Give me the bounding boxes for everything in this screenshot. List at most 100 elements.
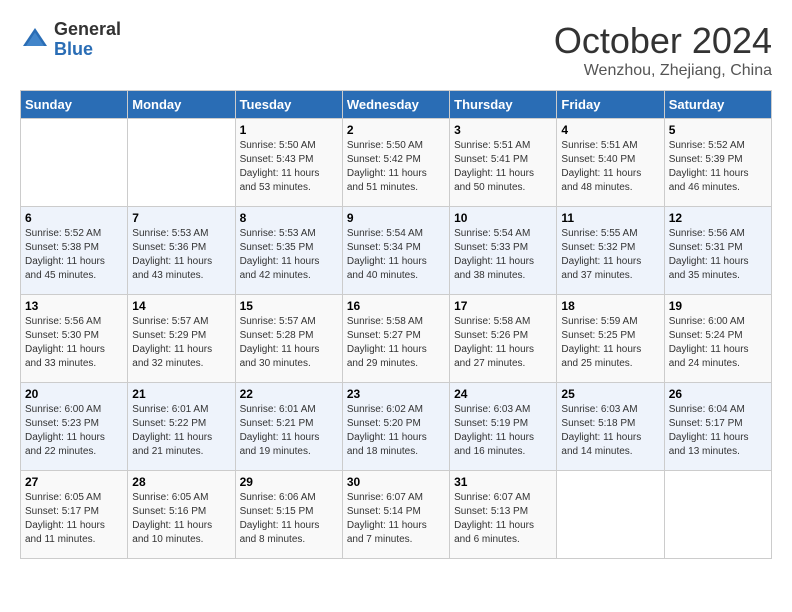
week-row-3: 13Sunrise: 5:56 AM Sunset: 5:30 PM Dayli… <box>21 295 772 383</box>
day-info: Sunrise: 6:02 AM Sunset: 5:20 PM Dayligh… <box>347 403 445 459</box>
day-info: Sunrise: 6:01 AM Sunset: 5:21 PM Dayligh… <box>240 403 338 459</box>
day-number: 8 <box>240 211 338 225</box>
calendar-cell: 12 Sunrise: 5:56 AM Sunset: 5:31 PM Dayli… <box>664 207 771 295</box>
day-number: 27 <box>25 475 123 489</box>
day-number: 9 <box>347 211 445 225</box>
day-info: Sunrise: 5:50 AM Sunset: 5:43 PM Dayligh… <box>240 139 338 195</box>
day-number: 30 <box>347 475 445 489</box>
day-info: Sunrise: 6:00 AM Sunset: 5:23 PM Dayligh… <box>25 403 123 459</box>
week-row-2: 6Sunrise: 5:52 AM Sunset: 5:38 PM Daylig… <box>21 207 772 295</box>
calendar-table: SundayMondayTuesdayWednesdayThursdayFrid… <box>20 90 772 559</box>
calendar-cell <box>21 119 128 207</box>
calendar-cell: 10Sunrise: 5:54 AM Sunset: 5:33 PM Dayli… <box>450 207 557 295</box>
logo-blue: Blue <box>54 39 93 59</box>
weekday-header-saturday: Saturday <box>664 91 771 119</box>
day-number: 18 <box>561 299 659 313</box>
calendar-cell: 8 Sunrise: 5:53 AM Sunset: 5:35 PM Daylig… <box>235 207 342 295</box>
calendar-cell: 7 Sunrise: 5:53 AM Sunset: 5:36 PM Daylig… <box>128 207 235 295</box>
calendar-cell <box>128 119 235 207</box>
day-number: 15 <box>240 299 338 313</box>
calendar-cell: 30 Sunrise: 6:07 AM Sunset: 5:14 PM Dayli… <box>342 471 449 559</box>
month-title: October 2024 <box>554 20 772 62</box>
calendar-cell: 25Sunrise: 6:03 AM Sunset: 5:18 PM Dayli… <box>557 383 664 471</box>
day-info: Sunrise: 5:54 AM Sunset: 5:33 PM Dayligh… <box>454 227 552 283</box>
day-number: 16 <box>347 299 445 313</box>
page-header: General Blue October 2024 Wenzhou, Zheji… <box>20 20 772 80</box>
day-info: Sunrise: 5:51 AM Sunset: 5:40 PM Dayligh… <box>561 139 659 195</box>
day-info: Sunrise: 5:50 AM Sunset: 5:42 PM Dayligh… <box>347 139 445 195</box>
calendar-cell: 23 Sunrise: 6:02 AM Sunset: 5:20 PM Dayli… <box>342 383 449 471</box>
day-info: Sunrise: 6:03 AM Sunset: 5:19 PM Dayligh… <box>454 403 552 459</box>
week-row-1: 1 Sunrise: 5:50 AM Sunset: 5:43 PM Daylig… <box>21 119 772 207</box>
day-info: Sunrise: 6:04 AM Sunset: 5:17 PM Dayligh… <box>669 403 767 459</box>
day-number: 25 <box>561 387 659 401</box>
calendar-cell: 20 Sunrise: 6:00 AM Sunset: 5:23 PM Dayli… <box>21 383 128 471</box>
calendar-cell: 3 Sunrise: 5:51 AM Sunset: 5:41 PM Daylig… <box>450 119 557 207</box>
day-number: 4 <box>561 123 659 137</box>
day-number: 6 <box>25 211 123 225</box>
calendar-cell: 31 Sunrise: 6:07 AM Sunset: 5:13 PM Dayli… <box>450 471 557 559</box>
day-number: 26 <box>669 387 767 401</box>
calendar-cell: 6Sunrise: 5:52 AM Sunset: 5:38 PM Daylig… <box>21 207 128 295</box>
day-number: 17 <box>454 299 552 313</box>
day-info: Sunrise: 5:55 AM Sunset: 5:32 PM Dayligh… <box>561 227 659 283</box>
day-number: 21 <box>132 387 230 401</box>
calendar-cell: 9 Sunrise: 5:54 AM Sunset: 5:34 PM Daylig… <box>342 207 449 295</box>
day-info: Sunrise: 6:06 AM Sunset: 5:15 PM Dayligh… <box>240 491 338 547</box>
day-info: Sunrise: 6:07 AM Sunset: 5:14 PM Dayligh… <box>347 491 445 547</box>
day-info: Sunrise: 5:53 AM Sunset: 5:36 PM Dayligh… <box>132 227 230 283</box>
day-number: 24 <box>454 387 552 401</box>
day-number: 31 <box>454 475 552 489</box>
calendar-cell: 16Sunrise: 5:58 AM Sunset: 5:27 PM Dayli… <box>342 295 449 383</box>
weekday-header-row: SundayMondayTuesdayWednesdayThursdayFrid… <box>21 91 772 119</box>
day-info: Sunrise: 5:57 AM Sunset: 5:29 PM Dayligh… <box>132 315 230 371</box>
day-number: 7 <box>132 211 230 225</box>
day-number: 11 <box>561 211 659 225</box>
week-row-5: 27Sunrise: 6:05 AM Sunset: 5:17 PM Dayli… <box>21 471 772 559</box>
weekday-header-monday: Monday <box>128 91 235 119</box>
day-info: Sunrise: 5:56 AM Sunset: 5:30 PM Dayligh… <box>25 315 123 371</box>
day-number: 12 <box>669 211 767 225</box>
day-number: 2 <box>347 123 445 137</box>
day-number: 23 <box>347 387 445 401</box>
calendar-cell <box>664 471 771 559</box>
calendar-cell: 22 Sunrise: 6:01 AM Sunset: 5:21 PM Dayli… <box>235 383 342 471</box>
logo-icon <box>20 25 50 55</box>
weekday-header-wednesday: Wednesday <box>342 91 449 119</box>
logo-general: General <box>54 19 121 39</box>
weekday-header-tuesday: Tuesday <box>235 91 342 119</box>
day-info: Sunrise: 5:56 AM Sunset: 5:31 PM Dayligh… <box>669 227 767 283</box>
day-info: Sunrise: 5:53 AM Sunset: 5:35 PM Dayligh… <box>240 227 338 283</box>
calendar-cell: 19 Sunrise: 6:00 AM Sunset: 5:24 PM Dayli… <box>664 295 771 383</box>
logo: General Blue <box>20 20 121 60</box>
calendar-cell: 21 Sunrise: 6:01 AM Sunset: 5:22 PM Dayli… <box>128 383 235 471</box>
calendar-cell: 2 Sunrise: 5:50 AM Sunset: 5:42 PM Daylig… <box>342 119 449 207</box>
calendar-cell: 4 Sunrise: 5:51 AM Sunset: 5:40 PM Daylig… <box>557 119 664 207</box>
day-number: 5 <box>669 123 767 137</box>
location: Wenzhou, Zhejiang, China <box>554 62 772 80</box>
day-info: Sunrise: 6:07 AM Sunset: 5:13 PM Dayligh… <box>454 491 552 547</box>
day-info: Sunrise: 6:01 AM Sunset: 5:22 PM Dayligh… <box>132 403 230 459</box>
calendar-cell: 15 Sunrise: 5:57 AM Sunset: 5:28 PM Dayli… <box>235 295 342 383</box>
day-number: 20 <box>25 387 123 401</box>
calendar-cell: 18 Sunrise: 5:59 AM Sunset: 5:25 PM Dayli… <box>557 295 664 383</box>
day-number: 19 <box>669 299 767 313</box>
day-info: Sunrise: 5:52 AM Sunset: 5:39 PM Dayligh… <box>669 139 767 195</box>
day-info: Sunrise: 5:54 AM Sunset: 5:34 PM Dayligh… <box>347 227 445 283</box>
calendar-cell: 1 Sunrise: 5:50 AM Sunset: 5:43 PM Daylig… <box>235 119 342 207</box>
day-info: Sunrise: 6:00 AM Sunset: 5:24 PM Dayligh… <box>669 315 767 371</box>
calendar-cell: 13Sunrise: 5:56 AM Sunset: 5:30 PM Dayli… <box>21 295 128 383</box>
week-row-4: 20 Sunrise: 6:00 AM Sunset: 5:23 PM Dayli… <box>21 383 772 471</box>
day-number: 3 <box>454 123 552 137</box>
day-info: Sunrise: 5:59 AM Sunset: 5:25 PM Dayligh… <box>561 315 659 371</box>
day-info: Sunrise: 5:51 AM Sunset: 5:41 PM Dayligh… <box>454 139 552 195</box>
weekday-header-thursday: Thursday <box>450 91 557 119</box>
day-info: Sunrise: 5:57 AM Sunset: 5:28 PM Dayligh… <box>240 315 338 371</box>
calendar-cell: 29Sunrise: 6:06 AM Sunset: 5:15 PM Dayli… <box>235 471 342 559</box>
calendar-cell: 11 Sunrise: 5:55 AM Sunset: 5:32 PM Dayli… <box>557 207 664 295</box>
day-number: 1 <box>240 123 338 137</box>
day-number: 22 <box>240 387 338 401</box>
weekday-header-friday: Friday <box>557 91 664 119</box>
calendar-cell: 24 Sunrise: 6:03 AM Sunset: 5:19 PM Dayli… <box>450 383 557 471</box>
day-number: 28 <box>132 475 230 489</box>
